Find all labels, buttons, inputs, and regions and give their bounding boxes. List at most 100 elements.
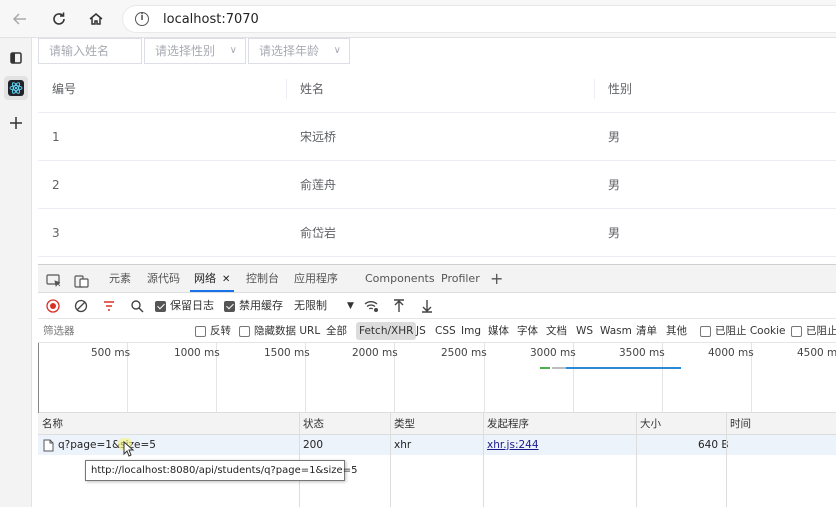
type-filter-font[interactable]: 字体 (517, 319, 538, 343)
chevron-down-icon: ∨ (229, 45, 237, 56)
col-name[interactable]: 名称 (38, 413, 63, 435)
filter-input[interactable]: 筛选器 (43, 319, 75, 343)
refresh-button[interactable] (47, 7, 71, 31)
import-har-button[interactable] (392, 293, 406, 319)
name-input[interactable]: 请输入姓名 (38, 38, 142, 64)
throttle-select[interactable]: 无限制 ▼ (294, 293, 354, 319)
invert-checkbox[interactable]: 反转 (195, 319, 231, 343)
clear-button[interactable] (74, 293, 88, 319)
tab-elements[interactable]: 元素 (109, 265, 131, 293)
more-tabs-plus-icon[interactable]: + (490, 265, 503, 293)
gender-select[interactable]: 请选择性别 ∨ (144, 38, 246, 64)
type-filter-js[interactable]: JS (416, 319, 426, 343)
request-name[interactable]: q?page=1&size=5 (43, 435, 156, 455)
type-filter-ws[interactable]: WS (576, 319, 593, 343)
timeline-label: 2500 ms (441, 347, 487, 359)
filter-button[interactable] (102, 293, 116, 319)
table-row: 3 俞岱岩 男 (38, 209, 836, 257)
tab-network-label: 网络 (194, 272, 216, 285)
column-divider (286, 79, 287, 99)
type-filter-other[interactable]: 其他 (666, 319, 687, 343)
tab-network[interactable]: 网络 ✕ (190, 265, 235, 292)
type-filter-doc[interactable]: 文档 (546, 319, 567, 343)
url-text: localhost:7070 (163, 12, 259, 27)
timeline-label: 1000 ms (174, 347, 220, 359)
type-filter-fetch-xhr[interactable]: Fetch/XHR (356, 322, 417, 340)
column-divider[interactable] (390, 413, 391, 507)
blocked-requests-checkbox[interactable]: 已阻止 (791, 319, 836, 343)
timeline-label: 3000 ms (530, 347, 576, 359)
info-icon[interactable]: i (135, 12, 149, 26)
url-tooltip: http://localhost:8080/api/students/q?pag… (85, 460, 357, 481)
header-id: 编号 (52, 82, 77, 96)
network-toolbar: 保留日志 禁用缓存 无限制 ▼ (38, 293, 836, 319)
network-timeline[interactable]: 500 ms 1000 ms 1500 ms 2000 ms 2500 ms 3… (38, 343, 836, 413)
react-tab-button[interactable] (4, 76, 28, 100)
network-conditions-button[interactable] (364, 293, 380, 319)
tab-sources[interactable]: 源代码 (147, 265, 180, 293)
filter-bar: 请输入姓名 请选择性别 ∨ 请选择年龄 ∨ (38, 38, 352, 64)
type-filter-wasm[interactable]: Wasm (600, 319, 632, 343)
timeline-label: 4500 ms (797, 347, 836, 359)
plus-icon (10, 117, 22, 129)
type-filter-manifest[interactable]: 清单 (636, 319, 657, 343)
age-select[interactable]: 请选择年龄 ∨ (248, 38, 350, 64)
cell-name: 俞岱岩 (300, 226, 337, 240)
cell-id: 1 (52, 130, 60, 144)
invert-label: 反转 (210, 325, 231, 337)
tab-components[interactable]: Components (365, 265, 435, 293)
column-divider[interactable] (636, 413, 637, 507)
type-filter-all[interactable]: 全部 (326, 319, 347, 343)
browser-toolbar: i localhost:7070 (0, 0, 836, 38)
header-gender: 性别 (608, 82, 633, 96)
chevron-down-icon: ∨ (333, 45, 341, 56)
tab-console[interactable]: 控制台 (246, 265, 279, 293)
disable-cache-checkbox[interactable]: 禁用缓存 (224, 293, 283, 319)
col-type[interactable]: 类型 (390, 413, 415, 435)
tab-application[interactable]: 应用程序 (294, 265, 338, 293)
col-initiator[interactable]: 发起程序 (483, 413, 529, 435)
table-header: 编号 姓名 性别 (38, 65, 836, 113)
inspect-icon[interactable] (46, 271, 62, 287)
preserve-log-label: 保留日志 (170, 299, 214, 312)
back-button[interactable] (8, 7, 32, 31)
network-filter-bar: 筛选器 反转 隐藏数据 URL 全部 Fetch/XHR JS CSS Img … (38, 319, 836, 343)
col-status[interactable]: 状态 (299, 413, 324, 435)
download-icon (422, 300, 432, 313)
record-button[interactable] (46, 293, 60, 319)
hide-data-url-label: 隐藏数据 URL (254, 325, 321, 337)
type-filter-img[interactable]: Img (461, 319, 481, 343)
column-divider[interactable] (483, 413, 484, 507)
blocked-cookies-checkbox[interactable]: 已阻止 Cookie (700, 319, 785, 343)
react-icon (8, 80, 24, 96)
search-icon (131, 300, 144, 313)
tab-profiler[interactable]: Profiler (441, 265, 480, 293)
preserve-log-checkbox[interactable]: 保留日志 (155, 293, 214, 319)
tabs-button[interactable] (4, 46, 28, 70)
devtools-tabbar: 元素 源代码 网络 ✕ 控制台 应用程序 Components Profiler … (38, 265, 836, 293)
type-filter-css[interactable]: CSS (435, 319, 456, 343)
device-toolbar-icon[interactable] (74, 271, 90, 288)
new-tab-button[interactable] (4, 111, 28, 135)
address-bar[interactable]: i localhost:7070 (122, 5, 836, 33)
cell-id: 2 (52, 178, 60, 192)
checkbox-unchecked-icon (195, 325, 206, 337)
table-row: 1 宋远桥 男 (38, 113, 836, 161)
export-har-button[interactable] (420, 293, 434, 319)
cell-gender: 男 (608, 226, 621, 240)
blocked-cookies-label: 已阻止 Cookie (715, 325, 786, 337)
home-button[interactable] (84, 7, 108, 31)
close-icon[interactable]: ✕ (222, 274, 230, 285)
cell-id: 3 (52, 226, 60, 240)
caret-down-icon: ▼ (347, 301, 354, 311)
col-time[interactable]: 时间 (726, 413, 751, 435)
hide-data-url-checkbox[interactable]: 隐藏数据 URL (239, 319, 320, 343)
table-row[interactable]: q?page=1&size=5 200 xhr xhr.js:244 640 B (38, 435, 836, 455)
timeline-download-bar (566, 367, 681, 369)
request-type: xhr (394, 439, 412, 451)
request-initiator-link[interactable]: xhr.js:244 (487, 435, 539, 455)
col-size[interactable]: 大小 (636, 413, 661, 435)
column-divider[interactable] (726, 413, 727, 507)
search-button[interactable] (130, 293, 144, 319)
type-filter-media[interactable]: 媒体 (488, 319, 509, 343)
